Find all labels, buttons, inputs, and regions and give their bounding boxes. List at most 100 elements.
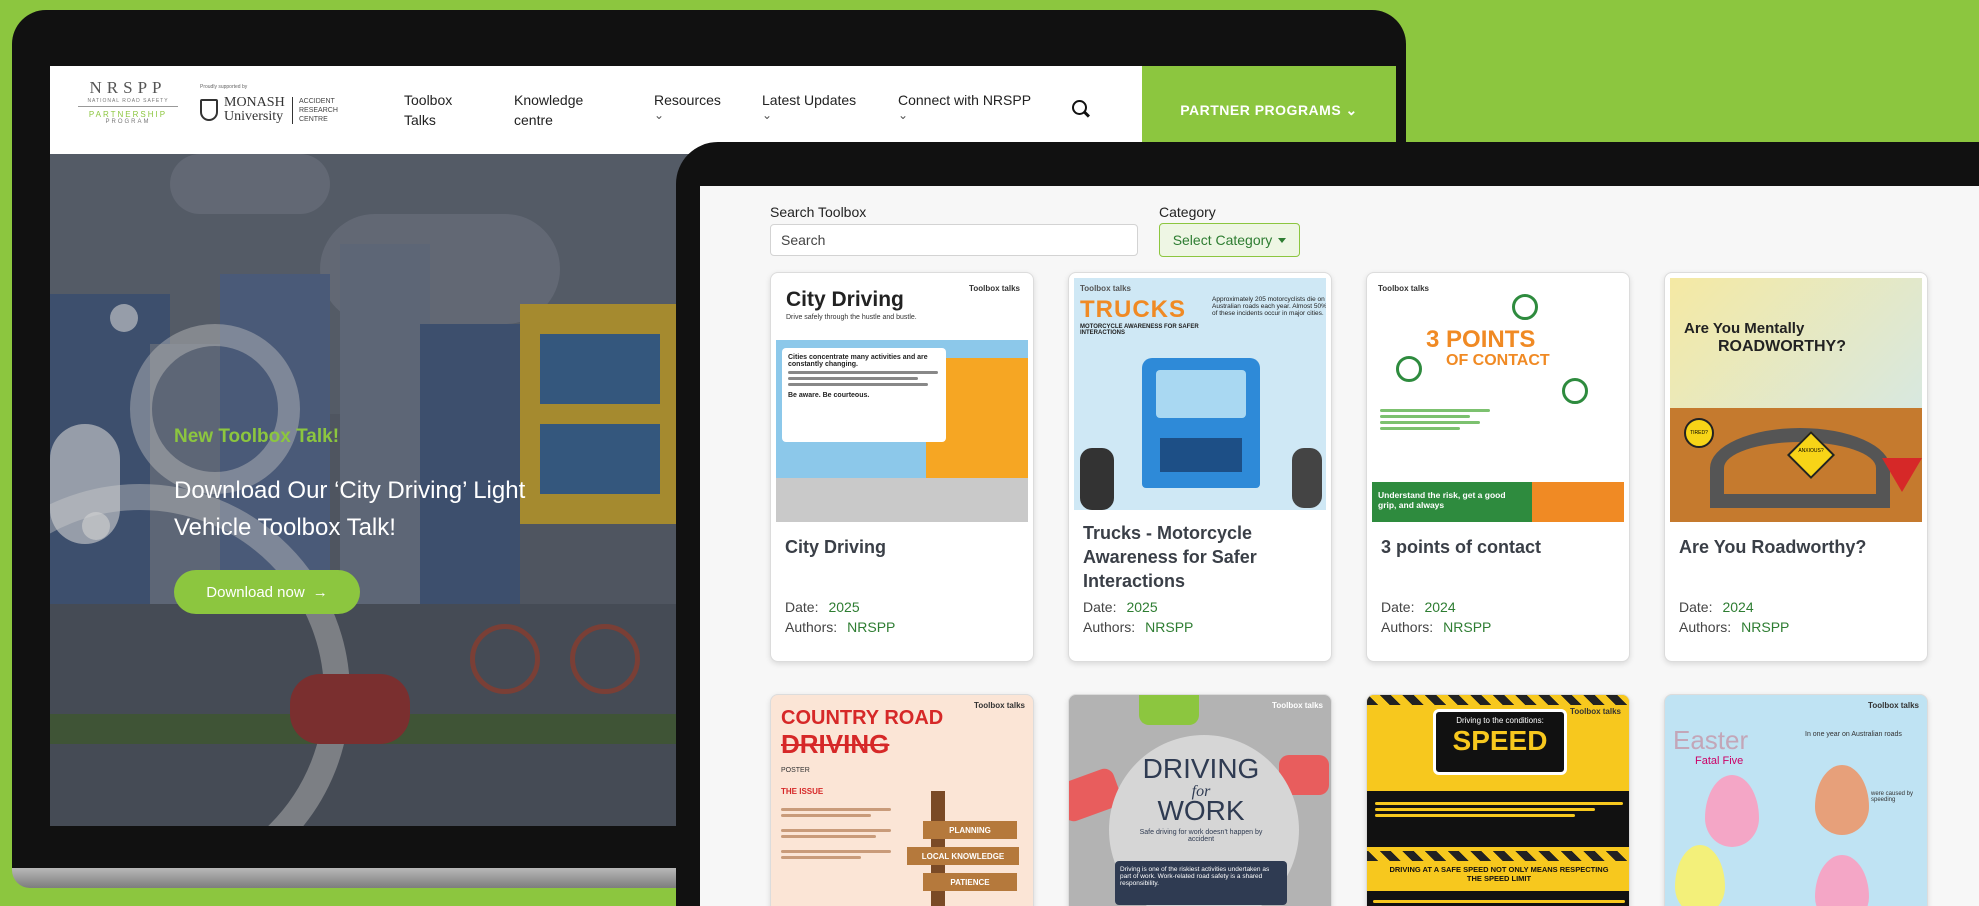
chevron-down-icon: ⌄ [654, 108, 665, 122]
info-box-foot: Be aware. Be courteous. [788, 392, 870, 399]
nrspp-logo[interactable]: NRSPP NATIONAL ROAD SAFETY PARTNERSHIP P… [78, 78, 178, 142]
toolbox-card[interactable]: Toolbox talks 3 POINTS OF CONTACT Unders… [1366, 272, 1630, 662]
cloud-shape [170, 154, 330, 214]
decorative-swoosh [130, 324, 300, 494]
category-button-label: Select Category [1172, 232, 1273, 248]
info-box: Cities concentrate many activities and a… [782, 348, 946, 442]
proudly-supported: Proudly supported by [200, 84, 248, 90]
car-shape [1139, 695, 1199, 725]
logo-main: NRSPP [89, 78, 167, 97]
thumb-heading: Driving to the conditions: [1456, 716, 1544, 725]
decorative-dot [110, 304, 138, 332]
toolbox-card[interactable]: COUNTRY ROAD DRIVING POSTER THE ISSUE PL… [770, 694, 1034, 906]
monash-logo[interactable]: Proudly supported by MONASH University A… [200, 84, 360, 136]
card-thumbnail: Toolbox talks TRUCKS MOTORCYCLE AWARENES… [1074, 278, 1326, 510]
toolbox-card[interactable]: Easter Fatal Five In one year on Austral… [1664, 694, 1928, 906]
thumb-box: Driving is one of the riskiest activitie… [1115, 861, 1287, 905]
site-header: NRSPP NATIONAL ROAD SAFETY PARTNERSHIP P… [50, 66, 1396, 154]
thumb-heading-2: DRIVING [781, 729, 890, 759]
card-date: Date: 2024 [1381, 599, 1456, 615]
logo-program: PROGRAM [105, 119, 151, 125]
partner-programs-button[interactable]: PARTNER PROGRAMS ⌄ [1142, 66, 1396, 154]
nav-connect[interactable]: Connect with NRSPP ⌄ [898, 90, 1058, 130]
bicycle-wheel-shape [570, 624, 640, 694]
issue-label: THE ISSUE [781, 787, 824, 796]
card-title: Trucks - Motorcycle Awareness for Safer … [1083, 523, 1257, 591]
motorbike-shape [290, 674, 410, 744]
thumb-text-band [1367, 891, 1629, 906]
motorcycle-shape [1080, 448, 1114, 510]
info-box-title: Cities concentrate many activities and a… [788, 354, 928, 368]
toolbox-screen: Search Toolbox Category Select Category … [700, 186, 1979, 906]
toolbox-card[interactable]: Toolbox talks TRUCKS MOTORCYCLE AWARENES… [1068, 272, 1332, 662]
bicycle-wheel-shape [470, 624, 540, 694]
toolbox-card[interactable]: DRIVING for WORK Safe driving for work d… [1068, 694, 1332, 906]
thumb-footer: Understand the risk, get a good grip, an… [1372, 482, 1532, 522]
thumb-heading-2: OF CONTACT [1446, 352, 1550, 369]
thumb-heading-2: ROADWORTHY? [1718, 338, 1846, 355]
thumb-note: In one year on Australian roads [1805, 731, 1902, 738]
nav-label: Latest Updates [762, 92, 857, 108]
thumb-subheading: Safe driving for work doesn't happen by … [1139, 829, 1263, 843]
card-authors: Authors: NRSPP [1381, 619, 1492, 635]
thumb-subheading: Drive safely through the hustle and bust… [786, 314, 917, 321]
truck-window-shape [1156, 370, 1246, 418]
hazard-stripe [1367, 695, 1629, 705]
give-way-sign-shape [1882, 458, 1922, 492]
building-shape [420, 324, 520, 614]
nav-latest-updates[interactable]: Latest Updates ⌄ [762, 90, 898, 130]
card-date: Date: 2025 [1083, 599, 1158, 615]
toolbox-talks-logo: Toolbox talks [1570, 707, 1621, 716]
category-label: Category [1159, 204, 1216, 220]
download-now-button[interactable]: Download now → [174, 570, 360, 614]
nav-resources[interactable]: Resources ⌄ [654, 90, 762, 130]
nav-label: Resources [654, 92, 721, 108]
thumb-text-band [1367, 791, 1629, 847]
logo-sub: NATIONAL ROAD SAFETY [78, 98, 178, 107]
card-date: Date: 2024 [1679, 599, 1754, 615]
hero-tag: New Toolbox Talk! [174, 426, 340, 447]
card-thumbnail: Toolbox talks 3 POINTS OF CONTACT Unders… [1372, 278, 1624, 522]
caret-down-icon [1278, 237, 1287, 243]
card-authors: Authors: NRSPP [785, 619, 896, 635]
select-category-dropdown[interactable]: Select Category [1159, 223, 1300, 257]
monash-shield-icon [200, 99, 218, 121]
decorative-dot [50, 424, 120, 544]
card-thumbnail: Are You Mentally ROADWORTHY? TIRED? ANXI… [1670, 278, 1922, 522]
toolbox-card[interactable]: Driving to the conditions: SPEED DRIVING… [1366, 694, 1630, 906]
laptop-base [12, 868, 732, 888]
thumb-heading: COUNTRY ROAD [781, 707, 944, 729]
main-nav: Toolbox Talks Knowledge centre Resources… [404, 90, 1058, 130]
nav-label: Toolbox Talks [404, 92, 453, 128]
nav-label: Connect with NRSPP [898, 92, 1032, 108]
thumb-mid-text: DRIVING AT A SAFE SPEED NOT ONLY MEANS R… [1389, 865, 1609, 883]
toolbox-talks-logo: Toolbox talks [1272, 701, 1323, 710]
card-date: Date: 2025 [785, 599, 860, 615]
nav-toolbox-talks[interactable]: Toolbox Talks [404, 90, 514, 130]
sign-planning: PLANNING [923, 821, 1017, 839]
toolbox-talks-logo: Toolbox talks [974, 701, 1025, 710]
egg-shape [1815, 855, 1869, 906]
foot-icon [1562, 378, 1588, 404]
hand-icon [1512, 294, 1538, 320]
search-input[interactable] [770, 224, 1138, 256]
toolbox-card[interactable]: Are You Mentally ROADWORTHY? TIRED? ANXI… [1664, 272, 1928, 662]
nav-knowledge-centre[interactable]: Knowledge centre [514, 90, 654, 130]
laptop-front: Search Toolbox Category Select Category … [676, 142, 1979, 906]
card-title: Are You Roadworthy? [1679, 537, 1867, 557]
nav-label: Knowledge centre [514, 92, 584, 128]
hand-icon [1396, 356, 1422, 382]
search-icon[interactable] [1072, 100, 1087, 115]
download-label: Download now [206, 583, 305, 601]
thumb-heading-2: Fatal Five [1695, 755, 1744, 767]
sign-local-knowledge: LOCAL KNOWLEDGE [907, 847, 1019, 865]
card-thumbnail: Toolbox talks City Driving Drive safely … [776, 278, 1028, 522]
thumb-stat: Approximately 205 motorcyclists die on A… [1212, 296, 1326, 317]
thumb-heading-2: SPEED [1452, 725, 1548, 756]
egg-shape [1815, 765, 1869, 835]
toolbox-card[interactable]: Toolbox talks City Driving Drive safely … [770, 272, 1034, 662]
speed-sign: Driving to the conditions: SPEED [1433, 709, 1567, 775]
egg-shape [1675, 845, 1725, 906]
monash-name: MONASH University [224, 95, 285, 124]
logo-partnership: PARTNERSHIP [88, 110, 168, 119]
